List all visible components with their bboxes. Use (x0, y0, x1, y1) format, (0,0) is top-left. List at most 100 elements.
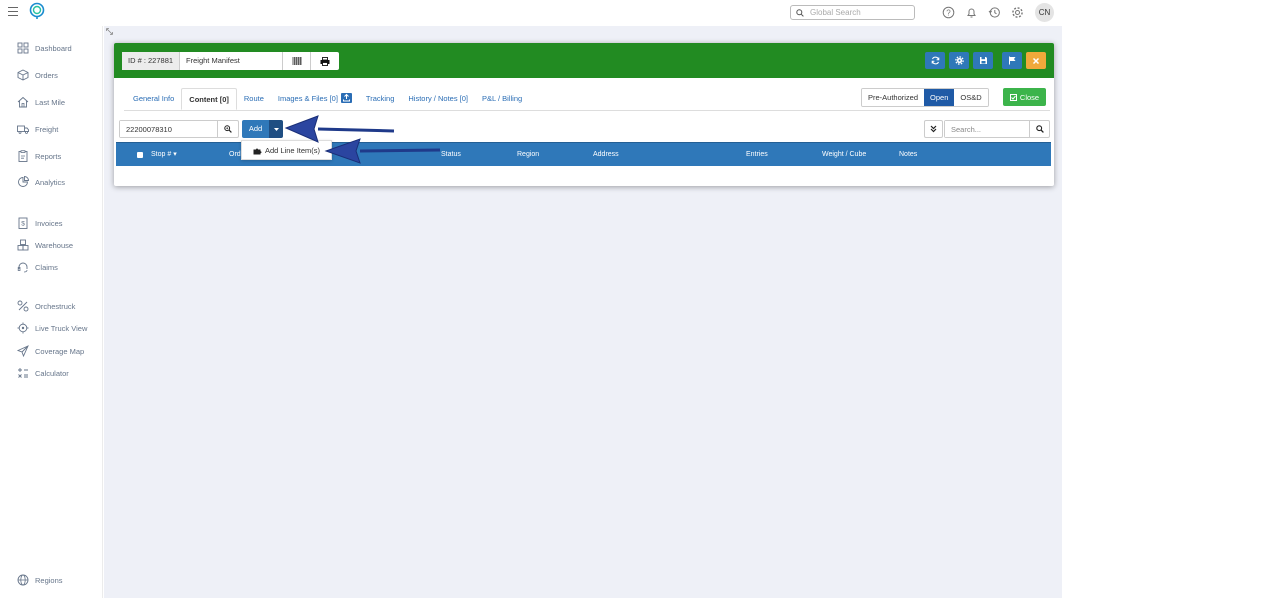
lookup-button[interactable] (218, 121, 238, 137)
status-pre-authorized[interactable]: Pre-Authorized (862, 89, 925, 106)
target-icon (17, 322, 29, 334)
invoice-icon: $ (18, 217, 28, 229)
table-search (944, 120, 1050, 138)
report-icon (18, 150, 28, 162)
sidebar-item-label: Freight (35, 124, 59, 134)
help-icon[interactable]: ? (942, 6, 955, 19)
orchestruck-icon (17, 300, 29, 312)
gear-icon[interactable] (1011, 6, 1024, 19)
puzzle-icon (253, 148, 262, 154)
sidebar-item-label: Dashboard (35, 43, 72, 53)
column-stop[interactable]: Stop # ▾ (151, 143, 177, 167)
sidebar-item-warehouse[interactable]: Warehouse (17, 238, 73, 252)
sidebar-item-live-truck-view[interactable]: Live Truck View (17, 321, 87, 335)
sidebar-item-label: Calculator (35, 368, 69, 378)
sidebar-item-orders[interactable]: Orders (17, 68, 58, 82)
calculator-icon (18, 368, 28, 378)
avatar[interactable]: CN (1035, 3, 1054, 22)
tab-route[interactable]: Route (237, 88, 271, 110)
sidebar-item-label: Live Truck View (35, 323, 88, 333)
gear-icon (954, 56, 964, 65)
top-bar: ? CN (0, 0, 1062, 26)
sidebar-item-label: Claims (35, 262, 58, 272)
tab-images-files[interactable]: Images & Files [0] (271, 88, 359, 110)
analytics-icon (18, 176, 29, 187)
record-id-group: ID # : 227881 Freight Manifest (122, 52, 340, 70)
sidebar-item-freight[interactable]: Freight (17, 122, 58, 136)
table-search-button[interactable] (1030, 121, 1049, 137)
table-search-input[interactable] (945, 121, 1030, 137)
print-icon (320, 56, 330, 66)
expand-button[interactable] (924, 120, 943, 138)
flag-button[interactable] (1002, 52, 1022, 69)
sidebar: Dashboard Orders Last Mile Freight Repor… (0, 26, 103, 598)
menu-icon[interactable] (8, 7, 18, 17)
bell-icon[interactable] (965, 6, 978, 19)
column-region[interactable]: Region (517, 143, 539, 167)
barcode-button[interactable] (283, 52, 312, 70)
sidebar-item-label: Warehouse (35, 240, 74, 250)
add-line-items-item[interactable]: Add Line Item(s) (253, 146, 320, 155)
sidebar-item-analytics[interactable]: Analytics (17, 175, 65, 189)
lookup-group (119, 120, 239, 138)
sidebar-item-last-mile[interactable]: Last Mile (17, 95, 65, 109)
main-content: ID # : 227881 Freight Manifest General I… (104, 26, 1062, 598)
sidebar-item-claims[interactable]: Claims (17, 260, 58, 274)
column-weight-cube[interactable]: Weight / Cube (822, 143, 866, 167)
global-search-input[interactable] (810, 7, 910, 18)
sidebar-item-label: Regions (35, 575, 63, 585)
column-address[interactable]: Address (593, 143, 619, 167)
freight-manifest-card: ID # : 227881 Freight Manifest General I… (114, 43, 1054, 186)
add-button[interactable]: Add (242, 120, 269, 138)
sidebar-item-label: Orchestruck (35, 301, 76, 311)
record-id: ID # : 227881 (122, 52, 181, 70)
refresh-icon (931, 56, 939, 65)
sidebar-item-orchestruck[interactable]: Orchestruck (17, 299, 75, 313)
status-osd[interactable]: OS&D (954, 89, 988, 106)
dropdown-item-label: Add Line Item(s) (265, 146, 321, 155)
refresh-button[interactable] (925, 52, 945, 69)
sidebar-item-calculator[interactable]: Calculator (17, 366, 69, 380)
tab-pl-billing[interactable]: P&L / Billing (475, 88, 529, 110)
warehouse-icon (17, 239, 29, 251)
truck-icon (17, 125, 29, 134)
app-logo[interactable] (28, 2, 46, 20)
add-dropdown-toggle[interactable] (269, 120, 283, 138)
card-header: ID # : 227881 Freight Manifest (114, 43, 1054, 78)
sidebar-item-label: Orders (35, 70, 58, 80)
double-chevron-down-icon (930, 125, 937, 133)
save-button[interactable] (973, 52, 993, 69)
tab-history-notes[interactable]: History / Notes [0] (401, 88, 475, 110)
column-entries[interactable]: Entries (746, 143, 768, 167)
print-button[interactable] (311, 52, 339, 70)
resize-handle-icon[interactable] (106, 28, 113, 35)
house-icon (17, 96, 29, 108)
settings-button[interactable] (949, 52, 969, 69)
sidebar-item-coverage-map[interactable]: Coverage Map (17, 344, 84, 358)
column-notes[interactable]: Notes (899, 143, 917, 167)
send-icon (17, 345, 29, 357)
search-icon (1035, 125, 1044, 133)
sidebar-item-regions[interactable]: Regions (17, 573, 63, 587)
tab-tracking[interactable]: Tracking (359, 88, 401, 110)
svg-text:?: ? (946, 8, 951, 17)
add-dropdown-menu: Add Line Item(s) (241, 140, 332, 160)
column-status[interactable]: Status (441, 143, 461, 167)
tab-general-info[interactable]: General Info (126, 88, 181, 110)
column-order[interactable]: Ord (229, 143, 241, 167)
global-search[interactable] (790, 5, 915, 20)
status-open[interactable]: Open (924, 89, 955, 106)
upload-icon[interactable] (340, 93, 352, 104)
sidebar-item-label: Last Mile (35, 97, 66, 107)
sidebar-item-invoices[interactable]: $ Invoices (17, 216, 63, 230)
lookup-input[interactable] (120, 121, 218, 137)
select-all-checkbox[interactable] (137, 152, 143, 158)
close-button[interactable]: Close (1003, 88, 1046, 106)
tab-content[interactable]: Content [0] (181, 88, 237, 110)
history-icon[interactable] (988, 6, 1001, 19)
sort-caret-icon: ▾ (173, 151, 177, 158)
headset-icon (17, 262, 28, 273)
sidebar-item-dashboard[interactable]: Dashboard (17, 41, 72, 55)
sidebar-item-reports[interactable]: Reports (17, 149, 61, 163)
cancel-button[interactable] (1026, 52, 1046, 69)
